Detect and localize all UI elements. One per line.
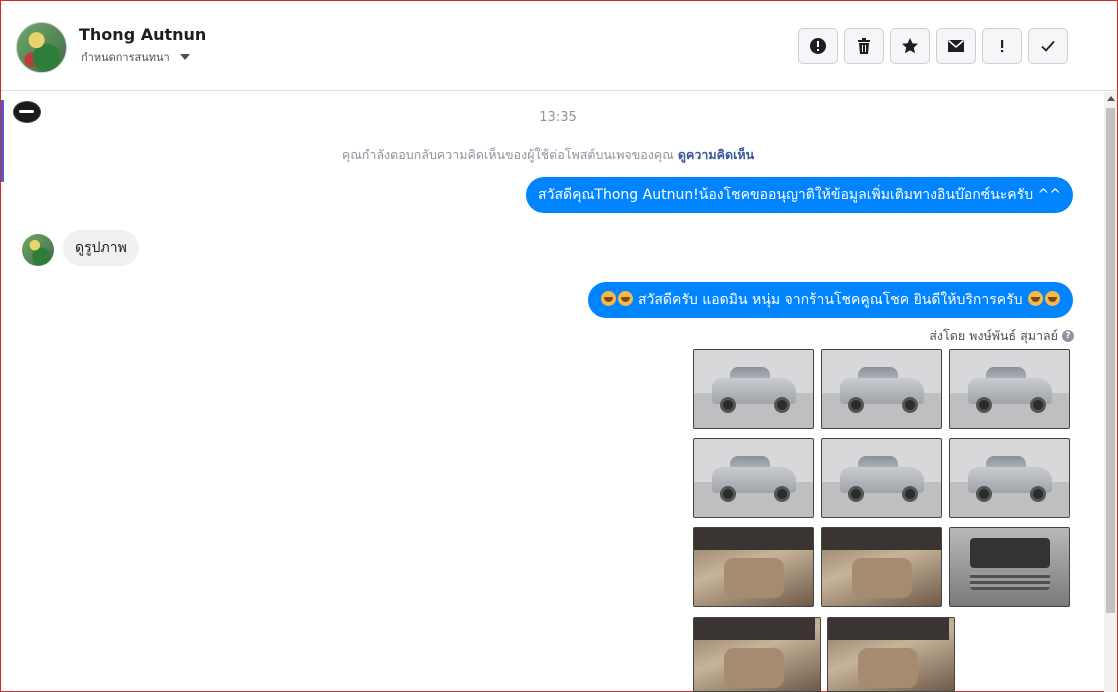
toolbar: [798, 28, 1068, 64]
contact-avatar[interactable]: [16, 22, 67, 73]
incoming-message[interactable]: ดูรูปภาพ: [63, 230, 139, 266]
assign-label: กำหนดการสนทนา: [81, 51, 170, 64]
important-button[interactable]: [982, 28, 1022, 64]
scrollbar-thumb[interactable]: [1106, 108, 1115, 613]
photo-thumbnail[interactable]: [821, 438, 942, 518]
outgoing-message[interactable]: สวัสดีครับ แอดมิน หนุ่ม จากร้านโชคคูณโชค…: [587, 282, 1073, 318]
photo-thumbnail[interactable]: [949, 527, 1070, 607]
trash-icon: [858, 38, 870, 54]
mark-unread-button[interactable]: [936, 28, 976, 64]
notice-text: คุณกำลังตอบกลับความคิดเห็นของผู้ใช้ต่อโพ…: [341, 147, 674, 162]
photo-thumbnail[interactable]: [693, 527, 814, 607]
alert-circle-icon: [810, 38, 826, 54]
reply-context-notice: คุณกำลังตอบกลับความคิดเห็นของผู้ใช้ต่อโพ…: [0, 145, 1096, 165]
help-icon[interactable]: ?: [1062, 330, 1074, 342]
message-text: สวัสดีครับ แอดมิน หนุ่ม จากร้านโชคคูณโชค…: [637, 292, 1023, 308]
sent-by-label: ส่งโดย พงษ์พันธ์ สุมาลย์ ?: [929, 326, 1074, 346]
photo-thumbnail[interactable]: [693, 349, 814, 429]
conversation-header: Thong Autnun กำหนดการสนทนา: [1, 1, 1117, 91]
emoji-icon: [1028, 291, 1043, 306]
sent-by-text: ส่งโดย พงษ์พันธ์ สุมาลย์: [929, 328, 1058, 343]
message-timestamp: 13:35: [539, 110, 577, 125]
outgoing-message[interactable]: สวัสดีคุณThong Autnun!น้องโชคขออนุญาติให…: [526, 177, 1073, 213]
star-icon: [902, 38, 918, 54]
exclamation-icon: [1001, 40, 1004, 53]
photo-thumbnail[interactable]: [693, 438, 814, 518]
contact-name[interactable]: Thong Autnun: [79, 25, 206, 44]
scrollbar[interactable]: [1104, 92, 1117, 692]
scroll-up-arrow-icon[interactable]: [1107, 96, 1115, 101]
emoji-icon: [617, 291, 633, 306]
emoji-icon: [600, 291, 616, 306]
photo-thumbnail[interactable]: [821, 527, 942, 607]
photo-thumbnail[interactable]: [949, 349, 1070, 429]
envelope-icon: [948, 39, 964, 52]
emoji-icon: [1045, 291, 1060, 306]
mark-done-button[interactable]: [1028, 28, 1068, 64]
star-button[interactable]: [890, 28, 930, 64]
spam-button[interactable]: [798, 28, 838, 64]
view-comment-link[interactable]: ดูความคิดเห็น: [678, 147, 754, 162]
delete-button[interactable]: [844, 28, 884, 64]
photo-thumbnail[interactable]: [827, 617, 955, 692]
sender-avatar[interactable]: [22, 234, 54, 266]
check-icon: [1041, 40, 1055, 52]
photo-thumbnail[interactable]: [949, 438, 1070, 518]
photo-thumbnail[interactable]: [821, 349, 942, 429]
assign-conversation-dropdown[interactable]: กำหนดการสนทนา: [81, 48, 190, 66]
photo-thumbnail[interactable]: [693, 617, 821, 692]
caret-down-icon: [179, 54, 190, 60]
